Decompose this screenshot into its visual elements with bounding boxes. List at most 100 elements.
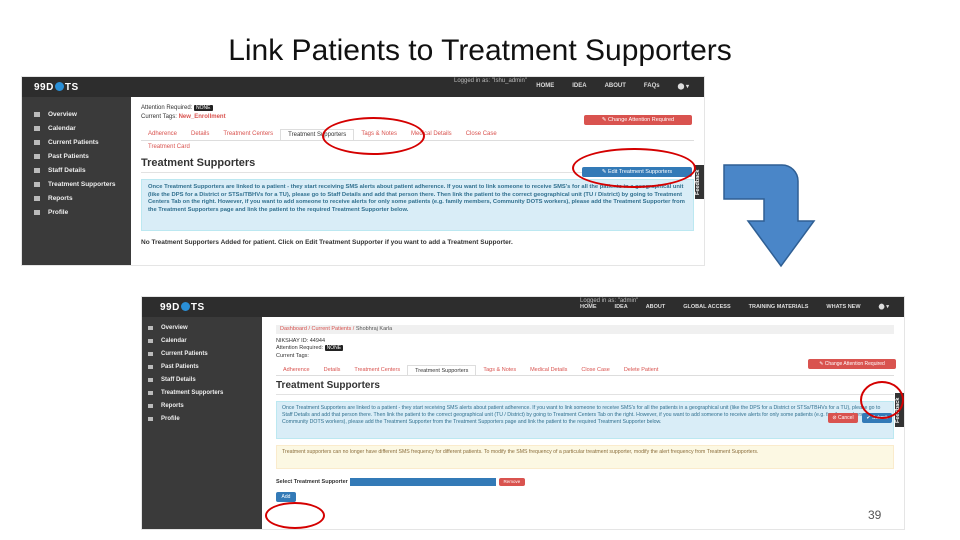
- sidebar-item-past-patients[interactable]: Past Patients: [22, 149, 131, 163]
- sidebar-item-calendar[interactable]: Calendar: [22, 121, 131, 135]
- staff-icon: [34, 167, 40, 173]
- sidebar: Overview Calendar Current Patients Past …: [142, 317, 262, 529]
- main-nav: HOME IDEA ABOUT GLOBAL ACCESS TRAINING M…: [571, 304, 898, 310]
- sidebar-item-treatment-supporters[interactable]: Treatment Supporters: [22, 177, 131, 191]
- sidebar-item-profile[interactable]: Profile: [142, 412, 262, 425]
- user-menu[interactable]: ⬤ ▾: [870, 304, 898, 310]
- tab-close-case[interactable]: Close Case: [459, 129, 504, 140]
- tab-adherence[interactable]: Adherence: [141, 129, 184, 140]
- no-supporters-message: No Treatment Supporters Added for patien…: [141, 239, 513, 246]
- users-icon: [148, 364, 153, 369]
- nikshay-id: NIKSHAY ID: 44944: [276, 338, 326, 344]
- breadcrumb-patient: Shobhraj Karla: [355, 326, 393, 332]
- nav-training-materials[interactable]: TRAINING MATERIALS: [740, 304, 818, 310]
- calendar-icon: [34, 125, 40, 131]
- warning-alert: Treatment supporters can no longer have …: [276, 445, 894, 469]
- info-alert: Once Treatment Supporters are linked to …: [276, 401, 894, 439]
- list-icon: [148, 351, 153, 356]
- tab-close-case[interactable]: Close Case: [574, 365, 616, 375]
- tab-tags-notes[interactable]: Tags & Notes: [476, 365, 523, 375]
- sidebar-item-staff-details[interactable]: Staff Details: [142, 373, 262, 386]
- gear-icon: [148, 416, 153, 421]
- info-alert: Once Treatment Supporters are linked to …: [141, 179, 694, 231]
- tab-details[interactable]: Details: [317, 365, 348, 375]
- breadcrumb: Dashboard / Current Patients / Shobhraj …: [276, 325, 894, 334]
- change-attention-button[interactable]: ✎ Change Attention Required: [584, 115, 692, 125]
- slide-title: Link Patients to Treatment Supporters: [228, 34, 732, 67]
- tags-row: Current Tags:: [276, 353, 309, 359]
- tab-adherence[interactable]: Adherence: [276, 365, 317, 375]
- list-icon: [34, 139, 40, 145]
- top-navbar: 99D TS Logged in as: "Ishu_admin" HOME ID…: [22, 77, 704, 97]
- users-icon: [34, 153, 40, 159]
- change-attention-button[interactable]: ✎ Change Attention Required: [808, 359, 896, 369]
- nav-home[interactable]: HOME: [527, 83, 563, 90]
- gear-icon: [34, 209, 40, 215]
- attention-row: Attention Required: NONE: [276, 345, 344, 351]
- sidebar-item-overview[interactable]: Overview: [22, 107, 131, 121]
- main-nav: HOME IDEA ABOUT FAQs ⬤ ▾: [527, 83, 698, 90]
- add-button[interactable]: Add: [276, 492, 296, 502]
- dashboard-icon: [148, 325, 153, 330]
- nav-idea[interactable]: IDEA: [606, 304, 637, 310]
- tab-treatment-centers[interactable]: Treatment Centers: [347, 365, 407, 375]
- tab-delete-patient[interactable]: Delete Patient: [617, 365, 666, 375]
- cancel-button[interactable]: ⊘ Cancel: [828, 413, 858, 423]
- sidebar-item-profile[interactable]: Profile: [22, 205, 131, 219]
- sidebar: Overview Calendar Current Patients Past …: [22, 97, 131, 265]
- nav-idea[interactable]: IDEA: [563, 83, 595, 90]
- current-tag-value: New_Enrollment: [178, 114, 226, 120]
- sidebar-item-staff-details[interactable]: Staff Details: [22, 163, 131, 177]
- sidebar-item-current-patients[interactable]: Current Patients: [22, 135, 131, 149]
- sidebar-item-calendar[interactable]: Calendar: [142, 334, 262, 347]
- logo-dot-icon: [54, 82, 64, 92]
- page-number: 39: [868, 508, 882, 522]
- screenshot-edit-supporters: 99D TS Logged in as: "admin" HOME IDEA AB…: [141, 296, 905, 530]
- app-logo[interactable]: 99D TS: [160, 302, 205, 313]
- breadcrumb-dashboard[interactable]: Dashboard: [280, 326, 307, 332]
- patient-tabs: Adherence Details Treatment Centers Trea…: [276, 365, 894, 376]
- chart-icon: [148, 403, 153, 408]
- top-navbar: 99D TS Logged in as: "admin" HOME IDEA AB…: [142, 297, 904, 317]
- attention-row: Attention Required: NONE: [141, 105, 213, 111]
- nav-whats-new[interactable]: WHATS NEW: [817, 304, 869, 310]
- nav-about[interactable]: ABOUT: [596, 83, 635, 90]
- chart-icon: [34, 195, 40, 201]
- nav-faqs[interactable]: FAQs: [635, 83, 669, 90]
- tab-details[interactable]: Details: [184, 129, 216, 140]
- tab-treatment-centers[interactable]: Treatment Centers: [216, 129, 280, 140]
- sidebar-item-reports[interactable]: Reports: [22, 191, 131, 205]
- select-supporter-label: Select Treatment Supporter: [276, 478, 348, 485]
- tab-medical-details[interactable]: Medical Details: [523, 365, 574, 375]
- highlight-edit-treatment-supporters: [572, 148, 696, 188]
- select-supporter-dropdown[interactable]: [349, 477, 496, 486]
- select-supporter-row: Select Treatment Supporter Remove: [276, 477, 894, 486]
- dashboard-icon: [34, 111, 40, 117]
- sidebar-item-past-patients[interactable]: Past Patients: [142, 360, 262, 373]
- section-heading: Treatment Supporters: [276, 380, 894, 395]
- logged-in-text: Logged in as: "Ishu_admin": [454, 78, 527, 84]
- sidebar-item-reports[interactable]: Reports: [142, 399, 262, 412]
- sidebar-item-treatment-supporters[interactable]: Treatment Supporters: [142, 386, 262, 399]
- feedback-tab[interactable]: Feedback: [695, 165, 704, 199]
- sidebar-item-overview[interactable]: Overview: [142, 321, 262, 334]
- attention-tag: NONE: [194, 105, 213, 111]
- nav-home[interactable]: HOME: [571, 304, 606, 310]
- supporters-icon: [148, 390, 153, 395]
- breadcrumb-current-patients[interactable]: Current Patients: [312, 326, 352, 332]
- user-menu[interactable]: ⬤ ▾: [669, 83, 698, 90]
- tab-treatment-supporters[interactable]: Treatment Supporters: [407, 365, 477, 375]
- main-content: Dashboard / Current Patients / Shobhraj …: [262, 317, 904, 529]
- nav-about[interactable]: ABOUT: [637, 304, 675, 310]
- remove-button[interactable]: Remove: [498, 477, 525, 486]
- supporters-icon: [34, 181, 40, 187]
- sidebar-item-current-patients[interactable]: Current Patients: [142, 347, 262, 360]
- staff-icon: [148, 377, 153, 382]
- nav-global-access[interactable]: GLOBAL ACCESS: [674, 304, 739, 310]
- app-logo[interactable]: 99D TS: [34, 82, 79, 93]
- calendar-icon: [148, 338, 153, 343]
- logo-dot-icon: [180, 302, 190, 312]
- highlight-treatment-supporters-tab: [322, 117, 425, 155]
- highlight-add-button: [265, 502, 325, 529]
- flow-arrow-icon: [723, 164, 816, 268]
